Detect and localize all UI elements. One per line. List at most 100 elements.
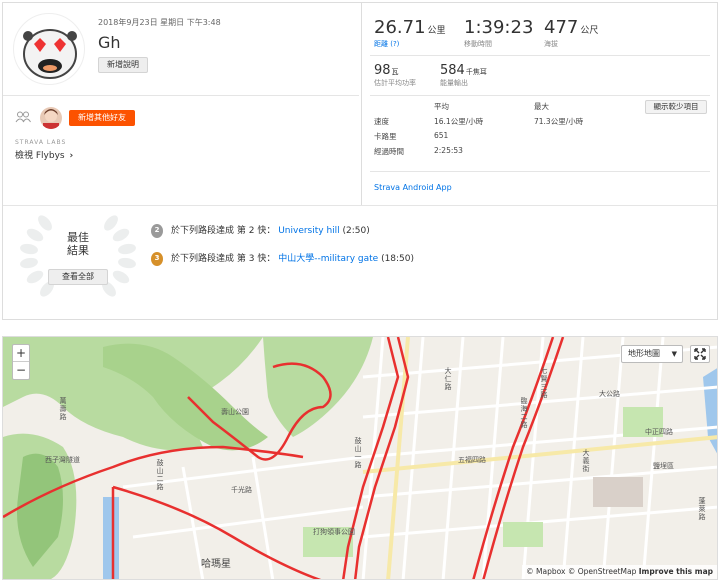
device-link[interactable]: Strava Android App <box>374 183 452 192</box>
power-value: 98 <box>374 63 391 78</box>
map-label: 鹽埕區 <box>653 462 674 470</box>
energy-value: 584 <box>440 63 465 78</box>
strava-labs-label: STRAVA LABS <box>15 139 67 146</box>
achievement-time: (18:50) <box>378 254 415 264</box>
achievement-item: 2 於下列路段達成 第 2 快： University hill (2:50) <box>151 223 370 238</box>
elevation-unit: 公尺 <box>580 26 599 36</box>
add-friends-button[interactable]: 新增其他好友 <box>69 110 135 126</box>
map-label: 臨海二路 <box>520 397 528 429</box>
map-label: 五福四路 <box>458 456 486 464</box>
stat-power: 98瓦 估計平均功率 <box>374 63 416 88</box>
divider <box>370 55 710 56</box>
achievement-prefix: 於下列路段達成 <box>171 226 237 236</box>
osm-attribution-link[interactable]: © OpenStreetMap <box>568 567 637 576</box>
chevron-right-icon: › <box>69 151 74 161</box>
divider <box>3 205 717 206</box>
map-label: 七賢三路 <box>540 367 548 399</box>
energy-label: 能量輸出 <box>440 79 468 87</box>
achievement-rank: 第 2 快 <box>236 226 267 236</box>
map-layer-label: 地形地圖 <box>628 349 660 358</box>
map-label: 蓬萊路 <box>698 497 706 521</box>
fullscreen-button[interactable] <box>690 345 710 363</box>
flybys-label: 檢視 Flybys <box>15 151 65 161</box>
map-label: 萬壽路 <box>59 397 67 421</box>
activity-stats-panel: 26.71 公里 距離 (?) 1:39:23 移動時間 477 公尺 海拔 98瓦… <box>361 3 717 205</box>
best-results-title: 最佳 結果 <box>15 231 141 257</box>
caret-down-icon: ▼ <box>671 350 677 358</box>
distance-value: 26.71 <box>374 17 426 38</box>
row-label: 經過時間 <box>374 147 404 156</box>
best-title-line1: 最佳 <box>67 231 89 244</box>
friend-avatar[interactable] <box>40 107 62 129</box>
bronze-medal-icon: 3 <box>151 251 163 266</box>
elevation-value: 477 <box>544 17 579 38</box>
stat-elevation: 477 公尺 海拔 <box>544 17 598 49</box>
achievement-item: 3 於下列路段達成 第 3 快： 中山大學--military gate (18:… <box>151 251 414 266</box>
map-label: 西子灣隧道 <box>45 456 80 464</box>
map-label: 大仁路 <box>444 367 452 391</box>
row-label: 卡路里 <box>374 132 397 141</box>
stat-energy: 584千焦耳 能量輸出 <box>440 63 487 88</box>
row-avg: 16.1公里/小時 <box>434 117 484 126</box>
table-row: 速度 16.1公里/小時 71.3公里/小時 <box>374 116 714 131</box>
map-label: 哈瑪星 <box>201 559 231 570</box>
map-label: 大公路 <box>599 390 620 398</box>
map-label: 打狗領事公園 <box>313 528 355 536</box>
stat-moving-time: 1:39:23 移動時間 <box>464 17 533 49</box>
map-label: 鼓山二路 <box>156 459 164 491</box>
activity-header: 2018年9月23日 星期日 下午3:48 Gh 新增說明 新增其他好友 STR… <box>3 3 359 205</box>
achievement-time: (2:50) <box>339 226 370 236</box>
stat-distance: 26.71 公里 距離 (?) <box>374 17 446 49</box>
divider <box>3 95 359 96</box>
zoom-out-button[interactable]: − <box>13 362 29 379</box>
map-label: 千光路 <box>231 486 252 494</box>
map-label: 大義街 <box>582 449 590 473</box>
zoom-in-button[interactable]: + <box>13 345 29 362</box>
achievement-sep: ： <box>266 254 279 264</box>
map-attribution: © Mapbox © OpenStreetMap Improve this ma… <box>522 565 717 579</box>
moving-time-value: 1:39:23 <box>464 17 534 38</box>
energy-unit: 千焦耳 <box>465 68 487 76</box>
row-label: 速度 <box>374 117 389 126</box>
map-layer-select[interactable]: 地形地圖 ▼ <box>621 345 683 363</box>
distance-label[interactable]: 距離 (?) <box>374 39 446 49</box>
route-map[interactable]: 萬壽路 壽山公園 千光路 鼓山一路 五福四路 七賢三路 中正四路 大仁路 哈瑪星… <box>2 336 718 580</box>
friends-icon <box>15 111 31 123</box>
map-label: 壽山公園 <box>221 408 249 416</box>
athlete-avatar[interactable] <box>13 13 85 85</box>
zoom-control: + − <box>12 344 30 380</box>
best-title-line2: 結果 <box>67 244 89 257</box>
add-description-button[interactable]: 新增說明 <box>98 57 148 73</box>
show-less-button[interactable]: 顯示較少項目 <box>645 100 707 114</box>
power-label: 估計平均功率 <box>374 79 416 87</box>
table-row: 卡路里 651 <box>374 131 714 146</box>
header-max: 最大 <box>534 102 549 111</box>
fullscreen-icon <box>694 348 706 360</box>
improve-map-link[interactable]: Improve this map <box>639 567 713 576</box>
table-row: 經過時間 2:25:53 <box>374 146 714 161</box>
map-label: 鼓山一路 <box>354 437 362 469</box>
silver-medal-icon: 2 <box>151 223 163 238</box>
achievement-prefix: 於下列路段達成 <box>171 254 237 264</box>
activity-title: Gh <box>98 33 121 52</box>
segment-link[interactable]: 中山大學--military gate <box>278 254 378 264</box>
header-avg: 平均 <box>434 102 449 111</box>
row-max: 71.3公里/小時 <box>534 117 584 126</box>
view-flybys-link[interactable]: 檢視 Flybys › <box>15 148 73 161</box>
divider <box>370 95 710 96</box>
achievement-sep: ： <box>266 226 279 236</box>
distance-unit: 公里 <box>427 26 446 36</box>
map-label: 中正四路 <box>645 428 673 436</box>
activity-summary-card: 2018年9月23日 星期日 下午3:48 Gh 新增說明 新增其他好友 STR… <box>2 2 718 320</box>
row-avg: 2:25:53 <box>434 146 463 155</box>
mapbox-attribution-link[interactable]: © Mapbox <box>526 567 565 576</box>
elevation-label: 海拔 <box>544 40 558 48</box>
segment-link[interactable]: University hill <box>278 226 339 236</box>
row-avg: 651 <box>434 131 449 140</box>
divider <box>370 171 710 172</box>
moving-time-label: 移動時間 <box>464 40 492 48</box>
view-all-button[interactable]: 查看全部 <box>48 269 108 285</box>
activity-datetime: 2018年9月23日 星期日 下午3:48 <box>98 18 221 27</box>
power-unit: 瓦 <box>391 68 399 76</box>
best-results-badge: 最佳 結果 查看全部 <box>15 211 141 299</box>
